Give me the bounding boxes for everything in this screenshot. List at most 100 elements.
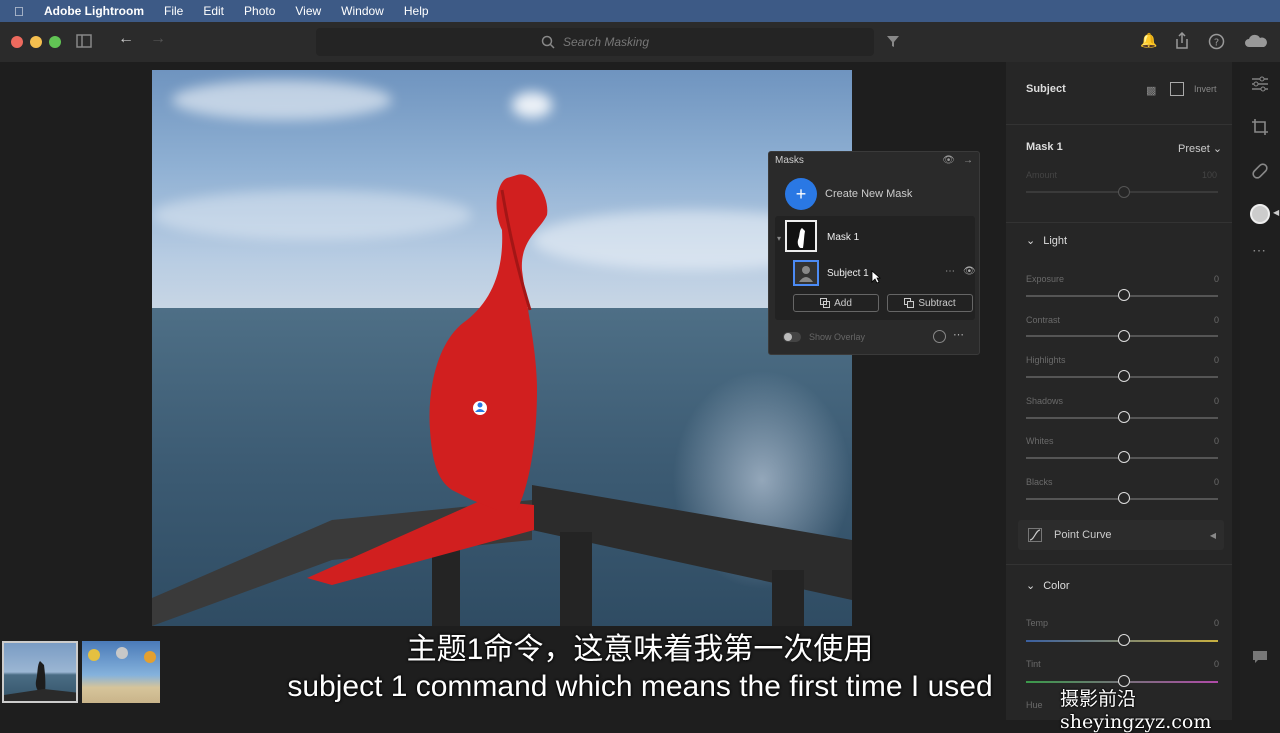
minimize-window-button[interactable]	[30, 36, 42, 48]
svg-text:?: ?	[1214, 38, 1219, 49]
eye-icon[interactable]: 👁	[963, 266, 976, 277]
masks-panel-title: Masks	[775, 154, 804, 166]
contrast-value[interactable]: 0	[1214, 315, 1219, 325]
toggle-switch[interactable]	[783, 332, 801, 342]
amount-value: 100	[1202, 170, 1218, 180]
crop-icon[interactable]	[1251, 118, 1269, 136]
light-title: Light	[1043, 234, 1068, 247]
more-options-icon[interactable]: ⋯	[945, 266, 955, 277]
edit-panel: Subject ▩ Invert Mask 1 Preset ⌄ Amount …	[1006, 62, 1232, 720]
search-field[interactable]: Search Masking	[316, 28, 874, 56]
more-options-icon[interactable]: ⋯	[953, 328, 964, 341]
masks-panel: Masks 👁 → + Create New Mask ▾ Mask 1 Sub…	[768, 151, 980, 355]
mask-name[interactable]: Mask 1	[827, 232, 859, 243]
more-tools-icon[interactable]: ⋯	[1252, 242, 1266, 259]
cloud-icon[interactable]	[1244, 34, 1268, 48]
zoom-window-button[interactable]	[49, 36, 61, 48]
highlights-label: Highlights	[1026, 355, 1066, 365]
menu-view[interactable]: View	[295, 4, 321, 18]
show-overlay-toggle[interactable]: Show Overlay	[783, 332, 865, 342]
disclosure-triangle-icon[interactable]: ▾	[777, 234, 781, 243]
help-icon[interactable]: ?	[1208, 33, 1225, 50]
divider	[1006, 124, 1232, 125]
create-new-mask-label: Create New Mask	[825, 188, 913, 200]
tool-rail: ◀ ⋯	[1240, 62, 1280, 720]
search-input[interactable]: Search Masking	[563, 35, 649, 49]
back-arrow-icon[interactable]: ←	[118, 30, 134, 48]
exposure-value[interactable]: 0	[1214, 274, 1219, 284]
color-section-header[interactable]: ⌄ Color	[1026, 579, 1070, 593]
blacks-label: Blacks	[1026, 477, 1053, 487]
menu-edit[interactable]: Edit	[203, 4, 224, 18]
amount-label: Amount	[1026, 170, 1058, 180]
shadows-label: Shadows	[1026, 396, 1064, 406]
photo-preview[interactable]	[152, 70, 852, 626]
subtract-button[interactable]: Subtract	[887, 294, 973, 312]
forward-arrow-icon[interactable]: →	[150, 30, 166, 48]
blacks-slider-knob[interactable]	[1118, 492, 1130, 504]
subject-thumbnail[interactable]	[793, 260, 819, 286]
mask-group: ▾ Mask 1 Subject 1 ⋯ 👁 Add Subtract	[775, 216, 976, 320]
filter-icon[interactable]	[886, 35, 900, 48]
subject-component-name[interactable]: Subject 1	[827, 268, 869, 279]
bell-icon[interactable]: 🔔	[1140, 32, 1157, 49]
healing-icon[interactable]	[1251, 162, 1269, 180]
add-button[interactable]: Add	[793, 294, 879, 312]
menu-window[interactable]: Window	[341, 4, 384, 18]
eye-icon[interactable]: 👁	[942, 155, 955, 166]
curve-icon	[1028, 528, 1042, 542]
chevron-down-icon: ⌄	[1026, 580, 1036, 592]
search-icon	[541, 35, 555, 49]
preset-label: Preset	[1178, 143, 1210, 155]
contrast-slider-knob[interactable]	[1118, 330, 1130, 342]
whites-slider-knob[interactable]	[1118, 451, 1130, 463]
subject-mask-overlay	[429, 174, 548, 511]
add-label: Add	[834, 297, 852, 309]
amount-slider-knob[interactable]	[1118, 186, 1130, 198]
mask-thumbnail[interactable]	[785, 220, 817, 252]
app-name[interactable]: Adobe Lightroom	[44, 4, 144, 18]
invert-label[interactable]: Invert	[1194, 84, 1217, 94]
comment-icon[interactable]: ▩	[1146, 84, 1156, 97]
preset-dropdown[interactable]: Preset ⌄	[1178, 142, 1222, 155]
pier-and-pelican	[152, 174, 852, 626]
chevron-left-icon: ◀	[1209, 530, 1216, 540]
highlights-value[interactable]: 0	[1214, 355, 1219, 365]
photo-canvas-area: Masks 👁 → + Create New Mask ▾ Mask 1 Sub…	[0, 62, 1006, 720]
edit-sliders-icon[interactable]	[1251, 76, 1269, 92]
shadows-value[interactable]: 0	[1214, 396, 1219, 406]
point-curve-row[interactable]: Point Curve ◀	[1018, 520, 1224, 550]
highlights-slider-knob[interactable]	[1118, 370, 1130, 382]
masking-icon[interactable]	[1250, 204, 1270, 224]
menu-help[interactable]: Help	[404, 4, 429, 18]
mask-title: Mask 1	[1026, 141, 1063, 153]
menu-file[interactable]: File	[164, 4, 183, 18]
add-mask-icon	[820, 298, 831, 308]
subtitle-chinese: 主题1命令，这意味着我第一次使用	[406, 633, 874, 666]
app-toolbar: ← → Search Masking 🔔 ?	[0, 22, 1280, 62]
exposure-label: Exposure	[1026, 274, 1065, 284]
divider	[1006, 564, 1232, 565]
divider	[1006, 222, 1232, 223]
exposure-slider-knob[interactable]	[1118, 289, 1130, 301]
collapse-arrow-icon[interactable]: →	[963, 155, 973, 166]
whites-label: Whites	[1026, 436, 1054, 446]
show-overlay-label: Show Overlay	[809, 332, 866, 342]
invert-icon[interactable]	[1170, 82, 1184, 96]
share-icon[interactable]	[1174, 32, 1190, 50]
panel-toggle-icon[interactable]	[76, 34, 92, 48]
whites-value[interactable]: 0	[1214, 436, 1219, 446]
subtract-mask-icon	[904, 298, 915, 308]
color-title: Color	[1043, 579, 1070, 592]
apple-icon[interactable]: 	[14, 4, 32, 19]
overlay-color-icon[interactable]	[933, 330, 946, 343]
active-tool-indicator: ◀	[1273, 208, 1280, 217]
blacks-value[interactable]: 0	[1214, 477, 1219, 487]
masks-panel-header: Masks 👁 →	[769, 152, 979, 168]
close-window-button[interactable]	[11, 36, 23, 48]
menu-photo[interactable]: Photo	[244, 4, 275, 18]
create-new-mask-button[interactable]: + Create New Mask	[785, 178, 912, 210]
shadows-slider-knob[interactable]	[1118, 411, 1130, 423]
subject-title: Subject	[1026, 83, 1066, 95]
light-section-header[interactable]: ⌄ Light	[1026, 234, 1068, 248]
